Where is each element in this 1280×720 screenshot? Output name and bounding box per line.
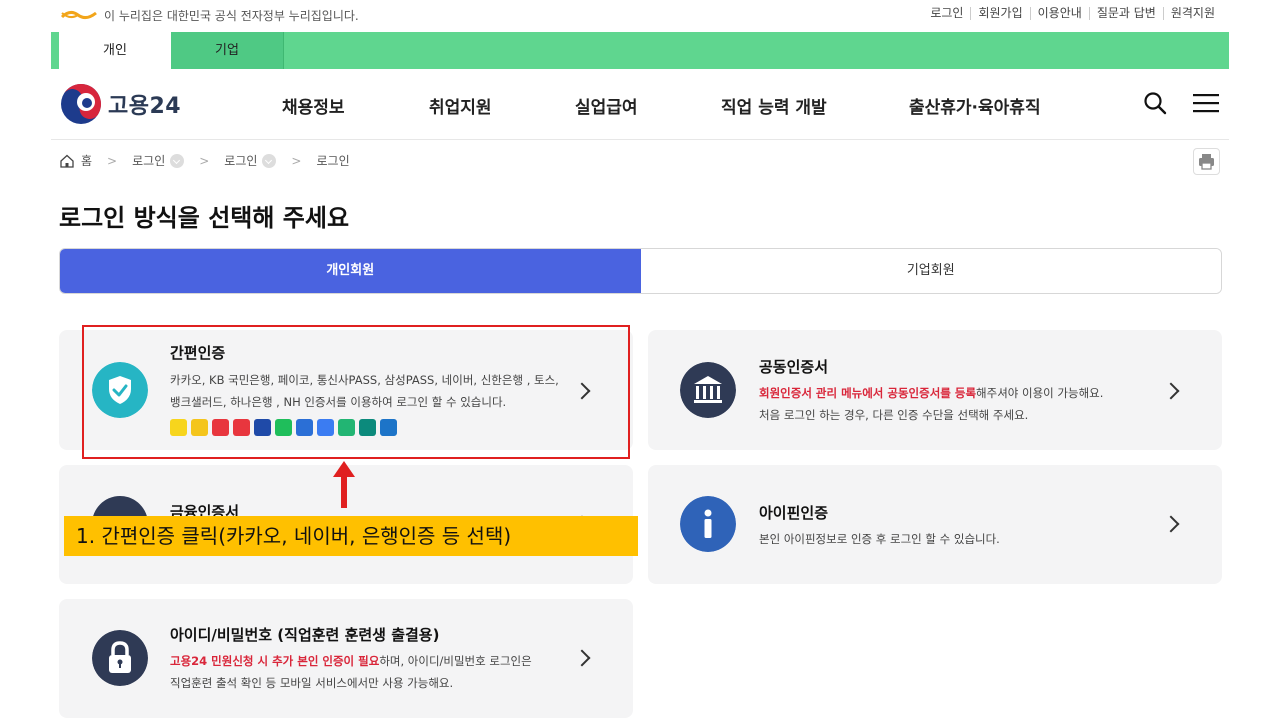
id-password-title: 아이디/비밀번호 (직업훈련 훈련생 출결용) <box>170 626 440 644</box>
info-icon <box>680 496 736 552</box>
utility-links: 로그인 회원가입 이용안내 질문과 답변 원격지원 <box>923 7 1222 20</box>
chevron-down-icon[interactable] <box>262 153 277 168</box>
hamburger-menu-icon[interactable] <box>1193 93 1219 113</box>
chevron-right-icon: > <box>291 153 302 168</box>
breadcrumb-current: 로그인 <box>316 154 350 168</box>
tab-company[interactable]: 기업 <box>171 32 283 69</box>
printer-icon <box>1199 154 1214 170</box>
print-button[interactable] <box>1193 148 1220 175</box>
chevron-down-icon[interactable] <box>170 153 185 168</box>
chevron-right-icon: > <box>107 153 118 168</box>
chevron-right-icon: > <box>199 153 210 168</box>
page-title: 로그인 방식을 선택해 주세요 <box>59 204 350 232</box>
user-type-tabbar: 개인 기업 <box>51 32 1229 69</box>
brand-name[interactable]: 고용24 <box>108 88 181 120</box>
joint-cert-desc-line2: 처음 로그인 하는 경우, 다른 인증 수단을 선택해 주세요. <box>759 408 1029 422</box>
main-header: 고용24 채용정보 취업지원 실업급여 직업 능력 개발 출산휴가·육아휴직 <box>51 69 1229 140</box>
tab-personal-member[interactable]: 개인회원 <box>60 249 641 293</box>
id-password-card[interactable]: 아이디/비밀번호 (직업훈련 훈련생 출결용) 고용24 민원신청 시 추가 본… <box>59 599 633 718</box>
tab-personal[interactable]: 개인 <box>59 32 171 69</box>
joint-cert-desc-rest: 해주셔야 이용이 가능해요. <box>976 386 1104 400</box>
highlight-box <box>82 325 630 459</box>
joint-certificate-card[interactable]: 공동인증서 회원인증서 관리 메뉴에서 공동인증서를 등록해주셔야 이용이 가능… <box>648 330 1222 450</box>
breadcrumb-level1[interactable]: 로그인 <box>132 152 165 169</box>
joint-certificate-title: 공동인증서 <box>759 358 829 376</box>
instruction-callout: 1. 간편인증 클릭(카카오, 네이버, 은행인증 등 선택) <box>64 516 638 556</box>
home-icon[interactable] <box>59 153 75 169</box>
arrow-shaft <box>341 474 347 508</box>
nav-parental-leave[interactable]: 출산휴가·육아휴직 <box>909 93 1041 118</box>
member-type-selector: 개인회원 기업회원 <box>59 248 1222 294</box>
breadcrumb: 홈 > 로그인 > 로그인 > 로그인 <box>59 152 350 169</box>
tab-divider <box>283 32 284 69</box>
faq-link[interactable]: 질문과 답변 <box>1088 7 1163 20</box>
breadcrumb-home[interactable]: 홈 <box>81 152 92 169</box>
gov-notice: 이 누리집은 대한민국 공식 전자정부 누리집입니다. <box>104 9 359 23</box>
remote-support-link[interactable]: 원격지원 <box>1162 7 1222 20</box>
login-link[interactable]: 로그인 <box>923 7 970 20</box>
ipin-title: 아이핀인증 <box>759 504 829 522</box>
government-logo-icon <box>60 10 97 20</box>
ipin-description: 본인 아이핀정보로 인증 후 로그인 할 수 있습니다. <box>759 532 1000 546</box>
id-password-description: 고용24 민원신청 시 추가 본인 인증이 필요하며, 아이디/비밀번호 로그인… <box>170 650 610 694</box>
guide-link[interactable]: 이용안내 <box>1029 7 1089 20</box>
id-password-desc-line2: 직업훈련 출석 확인 등 모바일 서비스에서만 사용 가능해요. <box>170 676 454 690</box>
joint-certificate-description: 회원인증서 관리 메뉴에서 공동인증서를 등록해주셔야 이용이 가능해요. 처음… <box>759 382 1179 426</box>
bank-building-icon <box>680 362 736 418</box>
lock-icon <box>92 630 148 686</box>
signup-link[interactable]: 회원가입 <box>970 7 1029 20</box>
utility-bar: 이 누리집은 대한민국 공식 전자정부 누리집입니다. 로그인 회원가입 이용안… <box>0 0 1280 32</box>
taegeuk-logo-icon[interactable] <box>60 83 102 125</box>
breadcrumb-level2[interactable]: 로그인 <box>224 152 257 169</box>
nav-jobs[interactable]: 채용정보 <box>282 93 345 118</box>
id-password-desc-rest: 하며, 아이디/비밀번호 로그인은 <box>379 654 532 668</box>
tab-company-member[interactable]: 기업회원 <box>640 249 1221 293</box>
id-password-highlight: 고용24 민원신청 시 추가 본인 인증이 필요 <box>170 654 380 668</box>
joint-cert-highlight: 회원인증서 관리 메뉴에서 공동인증서를 등록 <box>759 386 977 400</box>
search-icon[interactable] <box>1143 91 1167 115</box>
nav-job-training[interactable]: 직업 능력 개발 <box>721 93 827 118</box>
ipin-card[interactable]: 아이핀인증 본인 아이핀정보로 인증 후 로그인 할 수 있습니다. <box>648 465 1222 584</box>
nav-employment-support[interactable]: 취업지원 <box>429 93 492 118</box>
nav-unemployment-benefit[interactable]: 실업급여 <box>575 93 638 118</box>
